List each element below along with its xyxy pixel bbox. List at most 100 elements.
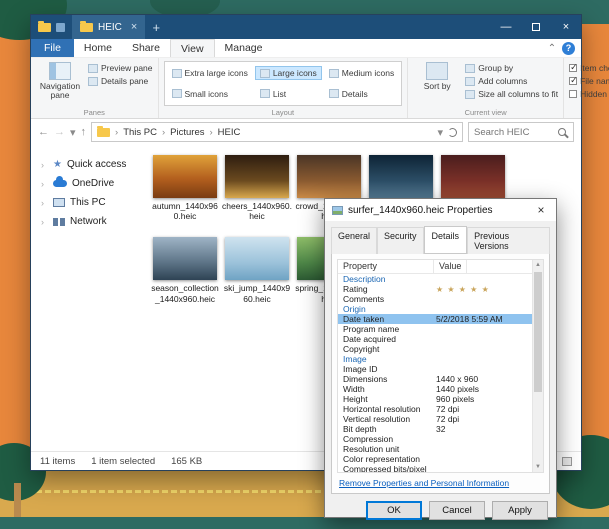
new-tab-button[interactable]: + [145,15,167,39]
remove-properties-link[interactable]: Remove Properties and Personal Informati… [339,478,542,488]
preview-pane-button[interactable]: Preview pane [88,63,153,73]
address-box[interactable]: › This PC › Pictures › HEIC ▾ [91,122,463,142]
thumbnail-view-toggle-icon[interactable] [562,457,572,466]
tab-close-icon[interactable]: × [131,21,137,33]
property-row[interactable]: Comments [338,294,543,304]
scroll-up-icon[interactable]: ▲ [533,260,543,270]
breadcrumb-this-pc[interactable]: This PC [123,127,157,138]
property-row[interactable]: Color representation [338,454,543,464]
property-row[interactable]: Resolution unit [338,444,543,454]
property-row[interactable]: Date acquired [338,334,543,344]
up-icon[interactable]: ↑ [81,126,87,138]
scroll-down-icon[interactable]: ▼ [533,462,543,472]
ok-button[interactable]: OK [366,501,422,520]
property-row[interactable]: Vertical resolution72 dpi [338,414,543,424]
property-list[interactable]: Property Value Description Rating★ ★ ★ ★… [337,259,544,473]
property-row[interactable]: Dimensions1440 x 960 [338,374,543,384]
property-row[interactable]: Rating★ ★ ★ ★ ★ [338,284,543,294]
titlebar[interactable]: HEIC × + — × [31,15,581,39]
file-tile[interactable]: cheers_1440x960.heic [221,155,293,221]
navigation-pane-button[interactable]: Navigation pane [36,61,84,106]
search-box[interactable] [468,122,574,142]
layout-small-icons[interactable]: Small icons [167,87,253,101]
maximize-button[interactable] [521,15,551,39]
ribbon-group-panes: Navigation pane Preview pane Details pan… [31,58,159,118]
hidden-items-checkbox[interactable]: Hidden items [569,89,609,99]
expand-chevron-icon[interactable]: › [41,217,48,227]
ribbon-group-current-view: Sort by Group by Add columns Size all co… [408,58,564,118]
sidebar-item-quick-access[interactable]: › ★ Quick access [31,155,141,174]
dialog-tab-previous-versions[interactable]: Previous Versions [467,227,550,254]
file-tile[interactable]: autumn_1440x960.heic [149,155,221,221]
details-pane-button[interactable]: Details pane [88,76,153,86]
help-icon[interactable]: ? [562,42,575,55]
history-dropdown-icon[interactable]: ▾ [70,126,76,139]
sidebar-item-this-pc[interactable]: › This PC [31,193,141,212]
property-row[interactable]: Horizontal resolution72 dpi [338,404,543,414]
layout-list[interactable]: List [255,87,322,101]
sidebar-item-onedrive[interactable]: › OneDrive [31,174,141,193]
dialog-tab-security[interactable]: Security [377,227,424,254]
breadcrumb-pictures[interactable]: Pictures [170,127,204,138]
refresh-icon[interactable] [448,128,457,137]
dialog-close-icon[interactable]: × [526,199,556,221]
sidebar-item-network[interactable]: › Network [31,212,141,231]
window-tab-heic[interactable]: HEIC × [72,15,145,39]
add-columns-button[interactable]: Add columns [465,76,558,86]
column-property[interactable]: Property [338,260,434,273]
close-button[interactable]: × [551,15,581,39]
scrollbar[interactable]: ▲ ▼ [532,260,543,472]
layout-medium-icons[interactable]: Medium icons [324,66,399,80]
property-row[interactable]: Height960 pixels [338,394,543,404]
dialog-tab-details[interactable]: Details [424,226,468,253]
minimize-button[interactable]: — [491,15,521,39]
breadcrumb-heic[interactable]: HEIC [218,127,241,138]
preview-pane-label: Preview pane [101,63,153,73]
expand-chevron-icon[interactable]: › [41,198,48,208]
scrollbar-thumb[interactable] [534,272,542,392]
property-row[interactable]: Image ID [338,364,543,374]
property-row[interactable]: Width1440 pixels [338,384,543,394]
property-row-date-taken[interactable]: Date taken5/2/2018 5:59 AM [338,314,543,324]
qat-icon[interactable] [56,23,65,32]
expand-chevron-icon[interactable]: › [41,179,48,189]
breadcrumb-chevron: › [162,127,165,138]
folder-icon [97,128,110,137]
file-tile[interactable]: ski_jump_1440x960.heic [221,237,293,303]
dialog-tab-general[interactable]: General [331,227,377,254]
column-value[interactable]: Value [434,260,467,273]
item-check-boxes-checkbox[interactable]: Item check boxes [569,63,609,73]
dialog-titlebar[interactable]: surfer_1440x960.heic Properties × [325,199,556,221]
property-row[interactable]: Bit depth32 [338,424,543,434]
computer-icon [53,198,65,207]
property-list-header: Property Value [338,260,543,274]
layout-details[interactable]: Details [324,87,399,101]
address-dropdown-icon[interactable]: ▾ [437,126,443,139]
file-tile[interactable]: season_collection_1440x960.heic [149,237,221,303]
wallpaper-tree-trunk [14,483,21,517]
sort-by-button[interactable]: Sort by [413,61,461,106]
tab-share[interactable]: Share [122,39,170,57]
expand-chevron-icon[interactable]: › [41,160,48,170]
search-input[interactable] [474,127,554,138]
property-row[interactable]: Program name [338,324,543,334]
forward-icon[interactable]: → [54,126,65,138]
property-row[interactable]: Compressed bits/pixel [338,464,543,473]
ribbon-collapse-icon[interactable]: ⌃ [542,39,562,57]
tab-file[interactable]: File [31,39,74,57]
size-columns-button[interactable]: Size all columns to fit [465,89,558,99]
tab-home[interactable]: Home [74,39,122,57]
file-name-extensions-checkbox[interactable]: File name extensions [569,76,609,86]
layout-large-icons[interactable]: Large icons [255,66,322,80]
apply-button[interactable]: Apply [492,501,548,520]
cancel-button[interactable]: Cancel [429,501,485,520]
tab-view[interactable]: View [170,39,215,57]
sidebar-item-label: Network [70,216,107,227]
group-by-button[interactable]: Group by [465,63,558,73]
property-row[interactable]: Copyright [338,344,543,354]
back-icon[interactable]: ← [38,126,49,138]
tab-manage[interactable]: Manage [215,39,273,57]
property-row[interactable]: Compression [338,434,543,444]
address-bar: ← → ▾ ↑ › This PC › Pictures › HEIC ▾ [31,119,581,145]
layout-extra-large-icons[interactable]: Extra large icons [167,66,253,80]
